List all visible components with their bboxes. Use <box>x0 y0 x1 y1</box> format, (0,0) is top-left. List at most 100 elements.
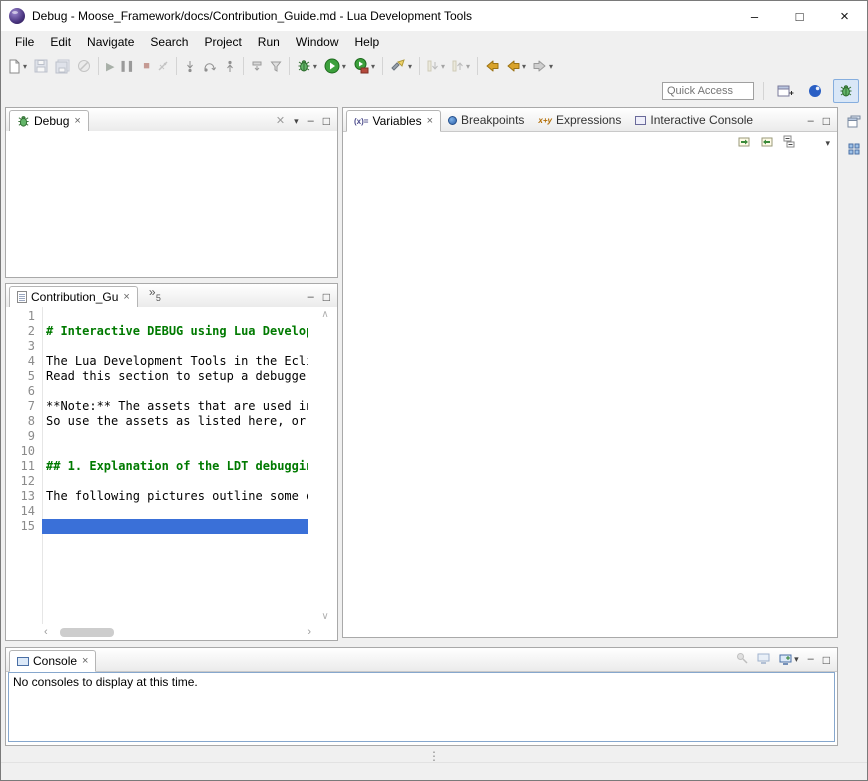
external-tools-button[interactable]: ▾ <box>350 55 378 77</box>
console-maximize-button[interactable]: □ <box>823 654 830 666</box>
run-button[interactable]: ▾ <box>321 55 349 77</box>
collapse-all-button[interactable] <box>783 135 797 152</box>
search-button[interactable]: ▾ <box>387 55 415 77</box>
view-tab-close-icon[interactable]: × <box>427 115 433 127</box>
tab-debug[interactable]: Debug × <box>9 110 89 132</box>
scroll-up-icon[interactable]: ∧ <box>317 309 333 320</box>
step-return-button[interactable] <box>221 55 239 77</box>
editor-text-area[interactable]: 1 2 # Interactive DEBUG using Lua Develo… <box>6 309 308 624</box>
view-grid-button[interactable] <box>844 139 864 159</box>
editor-line: 2 # Interactive DEBUG using Lua Develop <box>6 324 308 339</box>
new-wizard-dropdown-icon[interactable]: ▾ <box>23 62 27 71</box>
view-tabs: (x)= Variables × Breakpoints x+y Express… <box>346 109 760 131</box>
menu-item[interactable]: Edit <box>42 32 79 52</box>
previous-annotation-button[interactable]: ▾ <box>449 55 473 77</box>
line-number: 10 <box>6 444 42 459</box>
menu-item[interactable]: Run <box>250 32 288 52</box>
editor-horizontal-scrollbar[interactable]: ‹ › <box>44 626 311 638</box>
tab-debug-close-icon[interactable]: × <box>74 115 80 127</box>
editor-line: 9 <box>6 429 308 444</box>
editor-tab-overflow[interactable]: » 5 <box>146 287 166 307</box>
console-minimize-button[interactable]: – <box>808 654 814 665</box>
tab-console[interactable]: Console × <box>9 650 96 672</box>
menu-item[interactable]: File <box>7 32 42 52</box>
step-into-button[interactable] <box>181 55 199 77</box>
back-button[interactable]: ▾ <box>503 55 529 77</box>
menu-item[interactable]: Help <box>347 32 388 52</box>
window-maximize-button[interactable]: □ <box>777 1 822 31</box>
variables-view-menu-icon[interactable]: ▾ <box>825 139 830 148</box>
open-perspective-button[interactable] <box>773 80 797 102</box>
window-minimize-button[interactable]: – <box>732 1 777 31</box>
save-all-button[interactable] <box>52 55 73 77</box>
debug-view-minimize-button[interactable]: – <box>308 116 314 127</box>
view-tab[interactable]: Interactive Console <box>628 109 760 131</box>
scroll-down-icon[interactable]: ∨ <box>317 611 333 622</box>
search-dropdown-icon[interactable]: ▾ <box>408 62 412 71</box>
debug-view-content <box>6 131 337 277</box>
tab-editor-contribution-guide[interactable]: Contribution_Gu × <box>9 286 138 308</box>
external-tools-dropdown-icon[interactable]: ▾ <box>371 62 375 71</box>
debug-view-menu-icon[interactable]: ▾ <box>294 117 299 126</box>
view-tab[interactable]: (x)= Variables × <box>346 110 441 132</box>
terminate-icon: ■ <box>143 60 150 72</box>
line-text <box>42 504 46 519</box>
resume-button[interactable]: ▶ <box>103 55 117 77</box>
editor-minimize-button[interactable]: – <box>308 292 314 303</box>
open-console-dropdown-icon[interactable]: ▾ <box>794 655 799 664</box>
console-header: Console × ▾ – □ <box>6 648 837 672</box>
show-logical-structure-button[interactable] <box>760 135 774 152</box>
remove-terminated-button[interactable]: ✕ <box>276 116 285 127</box>
step-over-button[interactable] <box>200 55 220 77</box>
menu-item[interactable]: Window <box>288 32 347 52</box>
forward-button[interactable]: ▾ <box>530 55 556 77</box>
variables-minimize-button[interactable]: – <box>808 116 814 127</box>
resume-icon: ▶ <box>106 60 114 73</box>
save-button[interactable] <box>31 55 51 77</box>
menu-item[interactable]: Project <box>196 32 249 52</box>
editor-line: 12 <box>6 474 308 489</box>
tab-editor-label: Contribution_Gu <box>31 290 118 304</box>
variables-maximize-button[interactable]: □ <box>823 115 830 127</box>
window-close-button[interactable]: × <box>822 1 867 31</box>
debug-button[interactable]: ▾ <box>294 55 320 77</box>
run-dropdown-icon[interactable]: ▾ <box>342 62 346 71</box>
sash-handle[interactable]: ⋮ <box>428 749 440 763</box>
previous-annotation-dropdown-icon[interactable]: ▾ <box>466 62 470 71</box>
restore-views-button[interactable] <box>844 111 864 131</box>
open-console-button[interactable]: ▾ <box>779 654 799 665</box>
next-annotation-dropdown-icon[interactable]: ▾ <box>441 62 445 71</box>
debug-dropdown-icon[interactable]: ▾ <box>313 62 317 71</box>
scrollbar-thumb[interactable] <box>60 628 114 637</box>
editor-vertical-scrollbar[interactable]: ∧ ∨ <box>317 309 333 622</box>
menu-item[interactable]: Search <box>142 32 196 52</box>
debug-view-maximize-button[interactable]: □ <box>323 115 330 127</box>
show-type-names-button[interactable] <box>737 135 751 152</box>
display-selected-console-button[interactable] <box>757 653 770 667</box>
scroll-left-icon[interactable]: ‹ <box>44 626 48 638</box>
view-tab-label: Breakpoints <box>461 113 524 127</box>
disconnect-button[interactable] <box>154 55 172 77</box>
scroll-right-icon[interactable]: › <box>307 626 311 638</box>
tab-console-close-icon[interactable]: × <box>82 655 88 667</box>
editor-maximize-button[interactable]: □ <box>323 291 330 303</box>
quick-access-input[interactable] <box>662 82 754 100</box>
back-dropdown-icon[interactable]: ▾ <box>522 62 526 71</box>
use-step-filters-button[interactable] <box>267 55 285 77</box>
terminate-button[interactable]: ■ <box>140 55 153 77</box>
drop-to-frame-button[interactable] <box>248 55 266 77</box>
scrollbar-track[interactable] <box>52 628 304 637</box>
pin-console-button[interactable] <box>736 652 748 667</box>
suspend-button[interactable]: ▌▌ <box>118 55 139 77</box>
forward-dropdown-icon[interactable]: ▾ <box>549 62 553 71</box>
new-wizard-button[interactable]: ▾ <box>5 55 30 77</box>
menu-item[interactable]: Navigate <box>79 32 142 52</box>
view-tab[interactable]: x+y Expressions <box>531 109 628 131</box>
view-tab[interactable]: Breakpoints <box>441 109 531 131</box>
tab-editor-close-icon[interactable]: × <box>123 291 129 303</box>
last-edit-location-button[interactable] <box>482 55 502 77</box>
lua-perspective-button[interactable] <box>803 80 827 102</box>
skip-all-breakpoints-button[interactable] <box>74 55 94 77</box>
debug-perspective-button[interactable] <box>833 79 859 103</box>
next-annotation-button[interactable]: ▾ <box>424 55 448 77</box>
